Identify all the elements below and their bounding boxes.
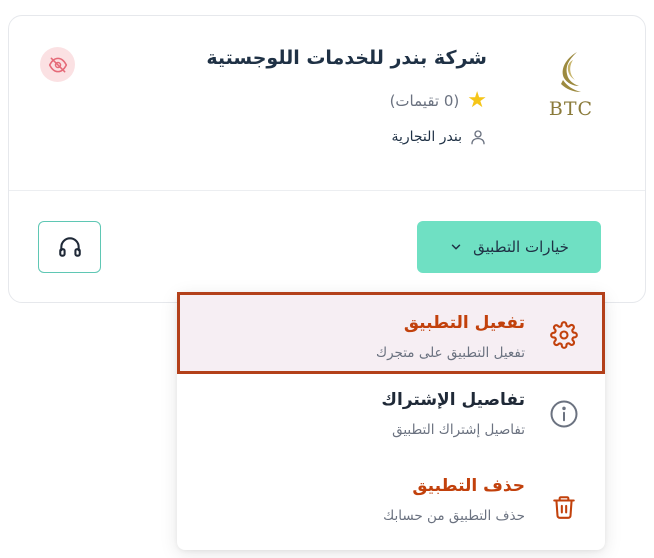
chevron-down-icon — [451, 244, 461, 250]
menu-item-activate-app[interactable]: تفعيل التطبيق تفعيل التطبيق على متجرك — [177, 292, 605, 374]
info-icon — [549, 399, 579, 429]
app-options-button[interactable]: خيارات التطبيق — [417, 221, 601, 273]
app-options-menu: تفعيل التطبيق تفعيل التطبيق على متجرك تف… — [177, 292, 605, 550]
logo-mark-icon — [561, 52, 581, 92]
menu-item-delete-app[interactable]: حذف التطبيق حذف التطبيق من حسابك — [177, 462, 605, 544]
company-logo: BTC — [535, 50, 607, 132]
menu-item-subscription-details[interactable]: تفاصيل الإشتراك تفاصيل إشتراك التطبيق — [177, 376, 605, 458]
menu-item-description: تفعيل التطبيق على متجرك — [375, 345, 525, 361]
logo-text: BTC — [548, 98, 594, 120]
gear-icon — [549, 320, 579, 350]
card-divider — [9, 190, 645, 191]
app-options-label: خيارات التطبيق — [473, 238, 569, 256]
menu-item-title: تفعيل التطبيق — [403, 313, 525, 333]
brand-name: بندر التجارية — [391, 129, 462, 145]
menu-item-title: تفاصيل الإشتراك — [381, 390, 525, 410]
support-button[interactable] — [38, 221, 101, 273]
eye-off-icon — [48, 57, 67, 72]
rating-count: (0 تقيمات) — [389, 92, 460, 110]
headphones-icon — [58, 237, 81, 257]
company-name: شركة بندر للخدمات اللوجستية — [206, 47, 487, 69]
visibility-toggle[interactable] — [40, 47, 75, 82]
menu-item-description: تفاصيل إشتراك التطبيق — [392, 422, 525, 438]
trash-icon — [549, 492, 579, 522]
user-icon — [471, 130, 485, 145]
menu-item-title: حذف التطبيق — [412, 476, 525, 496]
star-icon: ★ — [467, 88, 487, 113]
brand-row: بندر التجارية — [391, 128, 487, 146]
rating-row: ★ (0 تقيمات) — [390, 90, 487, 112]
menu-item-description: حذف التطبيق من حسابك — [383, 508, 525, 524]
